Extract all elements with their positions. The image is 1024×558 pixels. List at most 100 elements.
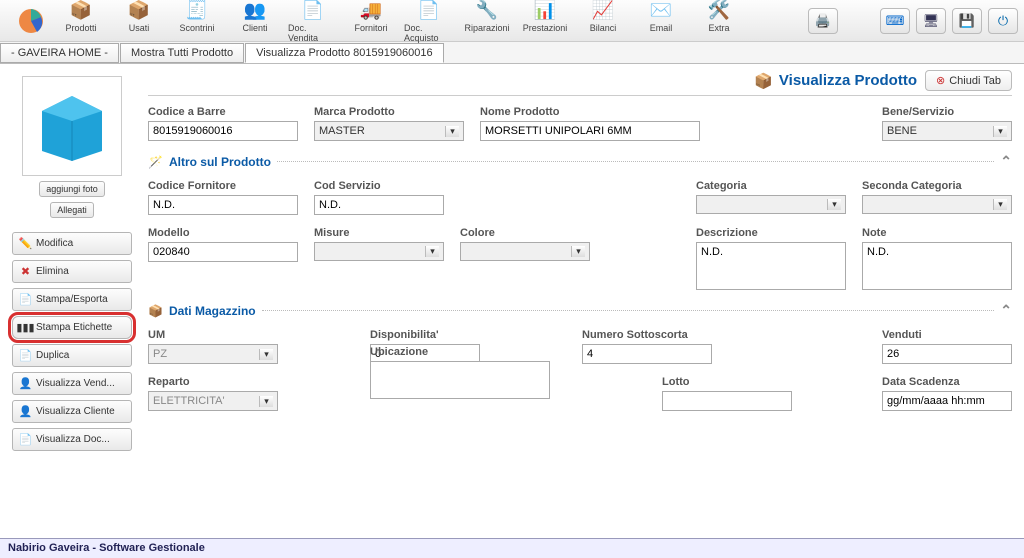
- left-sidebar: aggiungi foto Allegati ✏️ Modifica ✖ Elimi…: [0, 64, 144, 538]
- keyboard-button[interactable]: ⌨: [880, 8, 910, 34]
- disk-button[interactable]: 💾: [952, 8, 982, 34]
- combo-val: PZ: [153, 348, 167, 360]
- view-client-button[interactable]: 👤Visualizza Cliente: [12, 400, 132, 423]
- tb-doc-vendita[interactable]: 📄Doc. Vendita: [288, 0, 338, 43]
- chevron-down-icon: ▾: [993, 126, 1007, 137]
- tb-doc-acquisto[interactable]: 📄Doc. Acquisto: [404, 0, 454, 43]
- reorder-label: Numero Sottoscorta: [582, 329, 712, 341]
- delete-button[interactable]: ✖ Elimina: [12, 260, 132, 283]
- location-label: Ubicazione: [370, 346, 550, 358]
- btn-label: Duplica: [36, 350, 69, 361]
- desc-input[interactable]: N.D.: [696, 242, 846, 290]
- x-icon: ✖: [19, 265, 32, 278]
- sold-input[interactable]: [882, 344, 1012, 364]
- size-select[interactable]: ▾: [314, 242, 444, 261]
- tab-home[interactable]: - GAVEIRA HOME -: [0, 43, 119, 63]
- lot-input[interactable]: [662, 391, 792, 411]
- print-labels-button[interactable]: ▮▮▮Stampa Etichette: [12, 316, 132, 339]
- display-button[interactable]: 🖥: [916, 8, 946, 34]
- chevron-down-icon: ▾: [827, 199, 841, 210]
- reorder-input[interactable]: [582, 344, 712, 364]
- power-button[interactable]: ⏻: [988, 8, 1018, 34]
- category-label: Categoria: [696, 180, 846, 192]
- expiry-input[interactable]: [882, 391, 1012, 411]
- page-title: 📦 Visualizza Prodotto: [754, 72, 917, 90]
- desc-label: Descrizione: [696, 227, 846, 239]
- note-input[interactable]: N.D.: [862, 242, 1012, 290]
- barcode-input[interactable]: [148, 121, 298, 141]
- sec-title: Altro sul Prodotto: [169, 155, 271, 169]
- copy-icon: 📄: [19, 349, 32, 362]
- tb-extra[interactable]: 🛠️Extra: [694, 0, 744, 43]
- tb-email[interactable]: ✉️Email: [636, 0, 686, 43]
- user-icon: 👤: [19, 405, 32, 418]
- print-export-button[interactable]: 📄Stampa/Esporta: [12, 288, 132, 311]
- type-select[interactable]: BENE ▾: [882, 121, 1012, 141]
- tb-label: Clienti: [242, 23, 267, 33]
- tb-label: Usati: [129, 23, 150, 33]
- brand-select[interactable]: MASTER▾: [314, 121, 464, 141]
- attachments-button[interactable]: Allegati: [50, 202, 94, 218]
- printer-button[interactable]: 🖨️: [808, 8, 838, 34]
- color-label: Colore: [460, 227, 590, 239]
- tab-all-products[interactable]: Mostra Tutti Prodotto: [120, 43, 244, 63]
- chevron-down-icon: ▾: [993, 199, 1007, 210]
- collapse-toggle[interactable]: ⌃: [1000, 153, 1012, 170]
- note-label: Note: [862, 227, 1012, 239]
- name-label: Nome Prodotto: [480, 106, 700, 118]
- tb-riparazioni[interactable]: 🔧Riparazioni: [462, 0, 512, 43]
- tb-label: Doc. Acquisto: [404, 23, 454, 43]
- um-label: UM: [148, 329, 278, 341]
- btn-label: Elimina: [36, 266, 69, 277]
- service-label: Cod Servizio: [314, 180, 444, 192]
- name-input[interactable]: [480, 121, 700, 141]
- supplier-input[interactable]: [148, 195, 298, 215]
- section-magazzino: 📦 Dati Magazzino ⌃: [148, 302, 1012, 319]
- expiry-label: Data Scadenza: [882, 376, 1012, 388]
- view-sales-button[interactable]: 👤Visualizza Vend...: [12, 372, 132, 395]
- btn-label: Visualizza Doc...: [36, 434, 110, 445]
- tab-bar: - GAVEIRA HOME - Mostra Tutti Prodotto V…: [0, 42, 1024, 64]
- box-icon: 📦: [148, 304, 163, 318]
- tb-bilanci[interactable]: 📈Bilanci: [578, 0, 628, 43]
- model-input[interactable]: [148, 242, 298, 262]
- tab-view-product[interactable]: Visualizza Prodotto 8015919060016: [245, 43, 444, 63]
- tb-clienti[interactable]: 👥Clienti: [230, 0, 280, 43]
- view-doc-button[interactable]: 📄Visualizza Doc...: [12, 428, 132, 451]
- close-icon: ⊗: [936, 74, 945, 87]
- collapse-toggle[interactable]: ⌃: [1000, 302, 1012, 319]
- tb-label: Scontrini: [179, 23, 214, 33]
- service-input[interactable]: [314, 195, 444, 215]
- tb-prodotti[interactable]: 📦Prodotti: [56, 0, 106, 43]
- btn-label: Modifica: [36, 238, 73, 249]
- add-photo-button[interactable]: aggiungi foto: [39, 181, 105, 197]
- combo-val: BENE: [887, 125, 917, 137]
- location-input[interactable]: [370, 361, 550, 399]
- content-panel: 📦 Visualizza Prodotto ⊗ Chiudi Tab Codic…: [144, 64, 1024, 538]
- tb-prestazioni[interactable]: 📊Prestazioni: [520, 0, 570, 43]
- tb-label: Extra: [708, 23, 729, 33]
- um-select[interactable]: PZ▾: [148, 344, 278, 364]
- tb-label: Fornitori: [354, 23, 387, 33]
- edit-button[interactable]: ✏️ Modifica: [12, 232, 132, 255]
- product-image: [22, 76, 122, 176]
- type-label: Bene/Servizio: [882, 106, 1012, 118]
- color-select[interactable]: ▾: [460, 242, 590, 261]
- chevron-down-icon: ▾: [571, 246, 585, 257]
- logo: [6, 7, 56, 35]
- chevron-down-icon: ▾: [445, 126, 459, 137]
- dept-select[interactable]: ELETTRICITA'▾: [148, 391, 278, 411]
- tb-usati[interactable]: 📦Usati: [114, 0, 164, 43]
- duplicate-button[interactable]: 📄 Duplica: [12, 344, 132, 367]
- category2-select[interactable]: ▾: [862, 195, 1012, 214]
- size-label: Misure: [314, 227, 444, 239]
- tb-fornitori[interactable]: 🚚Fornitori: [346, 0, 396, 43]
- tb-scontrini[interactable]: 🧾Scontrini: [172, 0, 222, 43]
- category-select[interactable]: ▾: [696, 195, 846, 214]
- pencil-icon: ✏️: [19, 237, 32, 250]
- close-tab-button[interactable]: ⊗ Chiudi Tab: [925, 70, 1012, 91]
- tb-label: Riparazioni: [464, 23, 509, 33]
- dept-label: Reparto: [148, 376, 278, 388]
- main-toolbar: 📦Prodotti 📦Usati 🧾Scontrini 👥Clienti 📄Do…: [0, 0, 1024, 42]
- supplier-label: Codice Fornitore: [148, 180, 298, 192]
